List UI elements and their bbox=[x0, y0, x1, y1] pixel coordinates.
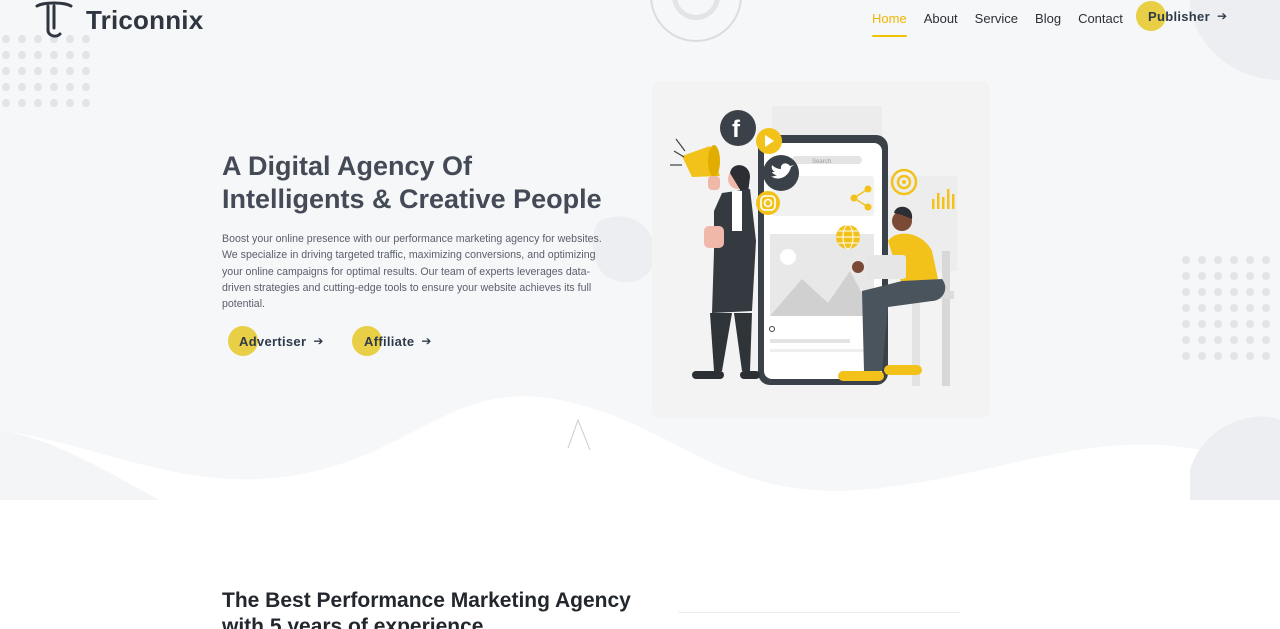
publisher-label: Publisher bbox=[1148, 8, 1210, 24]
svg-text:f: f bbox=[732, 116, 741, 143]
instagram-icon bbox=[756, 191, 780, 215]
affiliate-button[interactable]: Affiliate ➔ bbox=[352, 326, 432, 356]
arrow-right-icon: ➔ bbox=[421, 334, 432, 348]
arrow-right-icon: ➔ bbox=[1216, 9, 1228, 23]
hero-title-line2: Intelligents & Creative People bbox=[222, 184, 602, 214]
megaphone-icon bbox=[670, 138, 720, 177]
nav-item-service[interactable]: Service bbox=[975, 1, 1018, 37]
arrow-right-icon: ➔ bbox=[313, 334, 324, 348]
youtube-icon bbox=[756, 128, 782, 154]
publisher-button[interactable]: Publisher ➔ bbox=[1136, 1, 1227, 31]
hero-wave-divider bbox=[0, 0, 1280, 629]
site-logo[interactable]: Triconnix bbox=[34, 0, 203, 40]
twitter-icon bbox=[763, 155, 799, 191]
dot-pattern-left bbox=[2, 35, 90, 107]
section-image bbox=[678, 612, 960, 629]
facebook-icon: f bbox=[720, 110, 756, 146]
nav-item-about[interactable]: About bbox=[924, 1, 958, 37]
hero-description: Boost your online presence with our perf… bbox=[222, 233, 602, 311]
hero-illustration: Search f bbox=[652, 81, 990, 418]
globe-icon bbox=[836, 224, 860, 250]
affiliate-label: Affiliate bbox=[364, 333, 415, 349]
marketing-illustration: Search f bbox=[670, 106, 957, 386]
dot-pattern-right bbox=[1182, 256, 1270, 360]
nav-item-home[interactable]: Home bbox=[872, 1, 907, 37]
hero-title: A Digital Agency Of Intelligents & Creat… bbox=[222, 150, 642, 216]
advertiser-label: Advertiser bbox=[239, 333, 307, 349]
advertiser-button[interactable]: Advertiser ➔ bbox=[228, 326, 324, 356]
main-nav: Home About Service Blog Contact bbox=[872, 0, 1140, 38]
t-logo-icon bbox=[35, 1, 73, 38]
phone-search-text: Search bbox=[812, 159, 831, 165]
woman-figure bbox=[692, 165, 760, 379]
section-title: The Best Performance Marketing Agency wi… bbox=[222, 589, 631, 629]
nav-item-blog[interactable]: Blog bbox=[1035, 1, 1061, 37]
nav-item-contact[interactable]: Contact bbox=[1078, 1, 1123, 37]
hero-title-line1: A Digital Agency Of bbox=[222, 151, 473, 181]
brand-name: Triconnix bbox=[86, 4, 204, 35]
